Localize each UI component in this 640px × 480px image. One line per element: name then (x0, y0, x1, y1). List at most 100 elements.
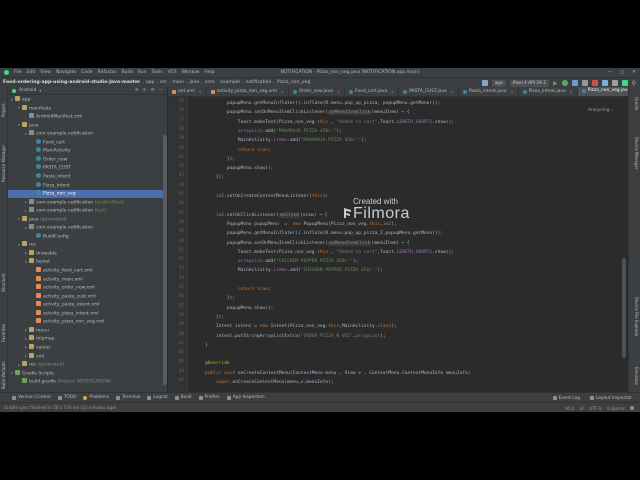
code-line[interactable]: im2.setOnCreateContextMenuListener(this)… (194, 192, 328, 201)
tool-tab-device-manager[interactable]: Device Manager (634, 137, 639, 169)
editor-tab[interactable]: Pasta_intent.java ✕ (459, 87, 519, 96)
breadcrumb-src[interactable]: src (160, 80, 167, 85)
tab-layout-inspector[interactable]: Layout Inspector (588, 396, 634, 401)
close-tab-icon[interactable]: ✕ (199, 87, 202, 96)
tool-tab-structure[interactable]: Structure (1, 273, 6, 292)
tree-item[interactable]: ▾ java (8, 121, 167, 130)
tree-item[interactable]: ▾ java (generated) (8, 215, 167, 224)
maximize-icon[interactable]: □ (620, 70, 624, 75)
menu-vcs[interactable]: VCS (168, 70, 177, 75)
tool-tab-emulator[interactable]: Emulator (634, 367, 639, 385)
tree-item[interactable]: ▾ app (8, 96, 167, 104)
code-line[interactable]: MainActivity.items.add("MAHARAJA PIZZA 4… (194, 136, 367, 145)
tree-item[interactable]: Pizza_non_veg (8, 190, 167, 198)
code-line[interactable]: popupMenu.show(); (194, 304, 274, 313)
tree-item[interactable]: activity_pizza_non_veg.xml (8, 318, 167, 326)
editor-tab[interactable]: activity_pizza_non_veg.xml ✕ (207, 87, 289, 96)
tree-item[interactable]: build.gradle (Project: NOTIFICATION) (8, 378, 167, 386)
tab-problems[interactable]: Problems (81, 395, 111, 400)
code-line[interactable]: }); (194, 173, 224, 182)
minimize-icon[interactable]: — (607, 70, 612, 75)
breadcrumb-com[interactable]: com (205, 80, 215, 85)
file-encoding[interactable]: UTF-8 (589, 406, 601, 411)
menu-run[interactable]: Run (138, 70, 147, 75)
sync-icon[interactable] (601, 80, 608, 86)
menu-tools[interactable]: Tools (151, 70, 162, 75)
code-line[interactable]: popupMenu.show(); (194, 164, 274, 173)
close-tab-icon[interactable]: ✕ (511, 87, 514, 96)
lock-icon[interactable] (630, 406, 634, 410)
tree-item[interactable]: MainActivity (8, 147, 167, 155)
tree-item[interactable]: Food_cart (8, 138, 167, 147)
tree-item[interactable]: ▾ Gradle Scripts (8, 369, 167, 378)
line-separator[interactable]: LF (580, 406, 585, 411)
code-line[interactable]: arrayList.add("MAHARAJA PIZZA 450/-"); (194, 127, 342, 136)
status-message[interactable]: Gradle sync finished in 20 s 730 ms (11 … (4, 405, 116, 410)
tree-item[interactable]: activity_order_now.xml (8, 284, 167, 292)
menu-view[interactable]: View (40, 70, 51, 75)
hammer-icon[interactable] (481, 80, 488, 86)
close-icon[interactable]: ✕ (632, 70, 636, 75)
editor-tab[interactable]: Pizza_Intent.java ✕ (519, 87, 578, 96)
device-manager-icon[interactable] (611, 80, 618, 86)
tab-app-inspection[interactable]: App Inspection (225, 395, 267, 400)
tree-item[interactable]: Order_now (8, 155, 167, 164)
tool-tab-resource-manager[interactable]: Resource Manager (1, 145, 6, 182)
code-line[interactable]: popupMenu.setOnMenuItemClickListener(onM… (194, 239, 410, 248)
code-line[interactable]: Toast.makeText(Pizza_non_veg.this , "Add… (194, 248, 454, 257)
tool-tab-build-variants[interactable]: Build Variants (1, 361, 6, 389)
project-scrollbar[interactable] (163, 95, 167, 392)
tree-item[interactable]: ▸ mipmap (8, 335, 167, 343)
code-line[interactable]: popupMenu.getMenuInflater().inflate(R.me… (194, 229, 443, 238)
tree-item[interactable]: activity_pizza_intent.xml (8, 309, 167, 318)
run-icon[interactable]: ▶ (553, 80, 558, 87)
tree-item[interactable]: ▸ xml (8, 352, 167, 361)
editor-scrollbar[interactable] (622, 98, 626, 388)
tree-item[interactable]: AndroidManifest.xml (8, 113, 167, 121)
tree-item[interactable]: ▾ manifests (8, 104, 167, 113)
menu-refactor[interactable]: Refactor (98, 70, 117, 75)
breadcrumb-java[interactable]: java (190, 80, 200, 85)
menu-edit[interactable]: Edit (27, 70, 36, 75)
close-tab-icon[interactable]: ✕ (281, 87, 284, 96)
chevron-down-icon[interactable]: ▾ (39, 88, 41, 93)
tab-build[interactable]: Build (173, 395, 194, 400)
code-line[interactable]: popupMenu.setOnMenuItemClickListener(onM… (194, 108, 410, 117)
editor-tab[interactable]: ont.xml ✕ (168, 87, 207, 96)
editor-tab[interactable]: Pizza_non_veg.java✕ (577, 87, 628, 96)
tab-todo[interactable]: TODO (56, 395, 79, 400)
code-line[interactable]: }); (194, 313, 224, 322)
project-view-dropdown[interactable]: Android (19, 88, 36, 93)
tree-item[interactable]: ▸ menu (8, 326, 167, 335)
tree-item[interactable]: ▸ com.example.notification (test) (8, 207, 167, 215)
close-tab-icon[interactable]: ✕ (570, 87, 573, 96)
tree-item[interactable]: ▸ drawable (8, 249, 167, 258)
tab-event-log[interactable]: Event Log (551, 396, 582, 401)
menu-navigate[interactable]: Navigate (56, 70, 76, 75)
code-line[interactable]: intent.putStringArrayListExtra("ORDER_PI… (194, 332, 386, 341)
breadcrumb-class[interactable]: Pizza_non_veg (277, 80, 310, 85)
tab-profiler[interactable]: Profiler (197, 395, 222, 400)
tree-item[interactable]: ▸ res (generated) (8, 361, 167, 369)
tool-tab-device-file-explorer[interactable]: Device File Explorer (634, 297, 639, 337)
code-line[interactable]: Intent intent = new Intent(Pizza_non_veg… (194, 322, 397, 331)
breadcrumb-app[interactable]: app (146, 80, 155, 85)
indent-setting[interactable]: 4 spaces (607, 406, 625, 411)
code-line[interactable]: }); (194, 155, 235, 164)
code-line[interactable]: popupMenu.getMenuInflater().inflate(R.me… (194, 99, 441, 108)
profile-icon[interactable] (571, 80, 578, 86)
code-line[interactable]: Toast.makeText(Pizza_non_veg.this , "Add… (194, 118, 454, 127)
editor-tab[interactable]: PASTA_CUST.java ✕ (399, 87, 459, 96)
tree-item[interactable]: activity_pasta_intent.xml (8, 301, 167, 309)
code-area[interactable]: popupMenu.getMenuInflater().inflate(R.me… (188, 97, 624, 392)
gear-icon[interactable]: ⚙ (150, 88, 154, 93)
tool-tab-project[interactable]: Project (1, 103, 6, 117)
breadcrumb-main[interactable]: main (172, 80, 183, 85)
device-dropdown[interactable]: Pixel 4 API 29 2 (509, 79, 549, 87)
tree-item[interactable]: PASTA_CUST (8, 164, 167, 172)
tab-terminal[interactable]: Terminal (114, 395, 142, 400)
hide-icon[interactable]: — (159, 88, 164, 93)
tab-version-control[interactable]: Version Control (10, 395, 53, 400)
menu-file[interactable]: File (14, 70, 22, 75)
breadcrumb-project[interactable]: Food-ordering-app-using-android-studio-J… (3, 80, 140, 85)
